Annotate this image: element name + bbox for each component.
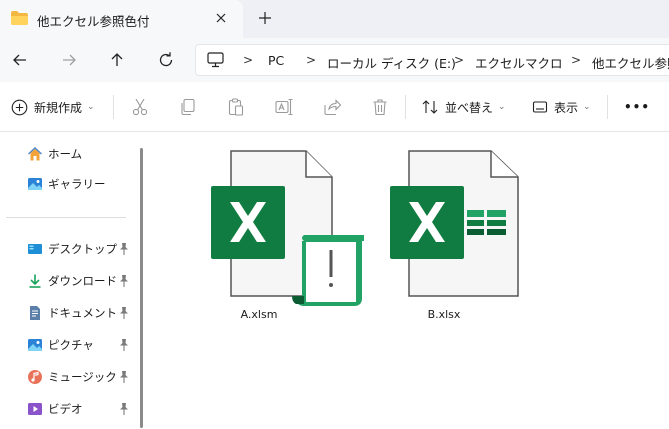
plus-icon[interactable] <box>256 9 274 27</box>
sidebar-item-label: ホーム <box>48 147 83 161</box>
sidebar-item-home[interactable]: ホーム <box>0 140 140 168</box>
share-icon[interactable] <box>322 97 342 117</box>
arrow-left-icon[interactable] <box>10 50 30 70</box>
address-bar[interactable]: > PC > ローカル ディスク (E:) > エクセルマクロ > 他エクセル参… <box>195 44 669 76</box>
pin-icon[interactable] <box>118 274 130 288</box>
more-icon: ••• <box>624 100 651 114</box>
divider <box>6 217 126 218</box>
arrow-right-icon[interactable] <box>59 50 79 70</box>
tab-current-folder[interactable]: 他エクセル参照色付 <box>0 0 243 38</box>
sidebar-item-pictures[interactable]: ピクチャ <box>0 331 140 359</box>
chevron-right-icon: > <box>306 53 317 67</box>
sidebar-item-label: ダウンロード <box>48 274 117 288</box>
paste-icon[interactable] <box>226 97 246 117</box>
sidebar-item-gallery[interactable]: ギャラリー <box>0 170 140 198</box>
sort-button-label: 並べ替え <box>445 100 494 115</box>
divider <box>405 95 406 119</box>
file-item-b-xlsx[interactable]: B.xlsx <box>359 146 529 326</box>
pin-icon[interactable] <box>118 242 130 256</box>
sidebar-item-music[interactable]: ミュージック <box>0 363 140 391</box>
sidebar-item-videos[interactable]: ビデオ <box>0 395 140 423</box>
sidebar-item-label: デスクトップ <box>48 242 117 256</box>
chevron-down-icon: ⌄ <box>583 102 591 112</box>
navigation-bar: > PC > ローカル ディスク (E:) > エクセルマクロ > 他エクセル参… <box>0 38 669 82</box>
file-name: B.xlsx <box>427 308 461 321</box>
new-button-label: 新規作成 <box>34 100 83 115</box>
chevron-down-icon: ⌄ <box>498 102 506 112</box>
file-item-a-xlsm[interactable]: A.xlsm <box>174 146 364 326</box>
chevron-down-icon: ⌄ <box>87 102 95 112</box>
copy-icon[interactable] <box>178 97 198 117</box>
sidebar-item-downloads[interactable]: ダウンロード <box>0 267 140 295</box>
tab-bar: 他エクセル参照色付 <box>0 0 669 38</box>
divider <box>607 95 608 119</box>
chevron-right-icon: > <box>571 53 582 67</box>
chevron-right-icon: > <box>454 53 465 67</box>
close-icon[interactable] <box>212 9 230 27</box>
breadcrumb-item-drive[interactable]: ローカル ディスク (E:) <box>327 53 456 72</box>
music-icon <box>28 370 42 384</box>
pictures-icon <box>28 339 42 351</box>
breadcrumb-item-macro-folder[interactable]: エクセルマクロ <box>475 53 563 72</box>
sidebar-item-documents[interactable]: ドキュメント <box>0 299 140 327</box>
file-name: A.xlsm <box>240 308 278 321</box>
view-button-label: 表示 <box>554 100 579 115</box>
more-options-button[interactable]: ••• <box>624 82 650 132</box>
breadcrumb-item-current[interactable]: 他エクセル参照 <box>592 53 669 72</box>
excel-macro-file-icon <box>211 150 364 306</box>
new-button[interactable]: 新規作成 ⌄ <box>11 82 95 132</box>
plus-circle-icon <box>11 99 28 115</box>
sidebar-item-label: ビデオ <box>48 402 83 416</box>
divider <box>113 95 114 119</box>
video-icon <box>28 403 42 415</box>
chevron-right-icon: > <box>243 53 254 67</box>
home-icon <box>28 147 42 161</box>
pin-icon[interactable] <box>118 402 130 416</box>
cut-icon[interactable] <box>130 97 150 117</box>
sidebar-item-label: ミュージック <box>48 370 117 384</box>
view-button[interactable]: 表示 ⌄ <box>532 82 591 132</box>
view-icon <box>532 101 548 113</box>
excel-file-icon <box>390 150 519 297</box>
pin-icon[interactable] <box>118 370 130 384</box>
sidebar-item-label: ドキュメント <box>48 306 117 320</box>
monitor-icon <box>207 52 224 68</box>
sidebar-item-label: ギャラリー <box>48 177 106 191</box>
refresh-icon[interactable] <box>156 50 176 70</box>
download-icon <box>29 274 41 288</box>
sidebar-item-desktop[interactable]: デスクトップ <box>0 235 140 263</box>
arrow-up-icon[interactable] <box>107 50 127 70</box>
sort-button[interactable]: 並べ替え ⌄ <box>421 82 506 132</box>
sort-icon <box>422 100 438 114</box>
folder-icon <box>11 11 28 25</box>
breadcrumb-item-pc[interactable]: PC <box>268 53 284 68</box>
pin-icon[interactable] <box>118 338 130 352</box>
desktop-icon <box>28 244 42 254</box>
document-icon <box>30 306 40 320</box>
scrollbar[interactable] <box>140 148 143 428</box>
tab-title: 他エクセル参照色付 <box>37 14 150 29</box>
gallery-icon <box>28 178 42 190</box>
pin-icon[interactable] <box>118 306 130 320</box>
command-bar: 新規作成 ⌄ 並べ替え ⌄ 表示 ⌄ ••• <box>0 82 669 132</box>
delete-icon[interactable] <box>370 97 390 117</box>
rename-icon[interactable] <box>274 97 294 117</box>
sidebar-item-label: ピクチャ <box>48 338 94 352</box>
file-list: A.xlsm B.xlsx <box>148 132 669 429</box>
navigation-pane: ホーム ギャラリー デスクトップ ダウンロード ドキュメント ピクチャ ミュージ… <box>0 132 148 429</box>
